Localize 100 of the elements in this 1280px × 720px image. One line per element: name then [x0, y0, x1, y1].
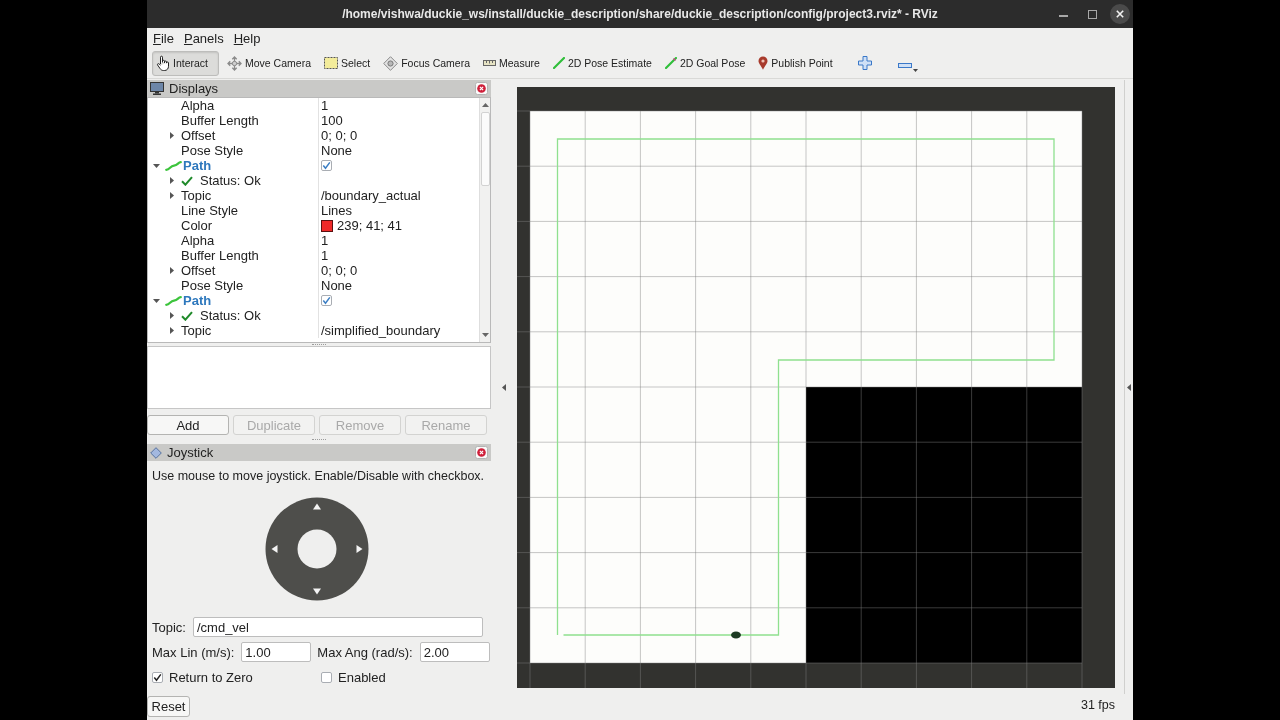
property-name: Buffer Length — [181, 248, 259, 263]
tool-button[interactable]: Interact — [152, 50, 220, 76]
property-value[interactable]: 1 — [321, 233, 329, 248]
hand-icon — [156, 55, 170, 71]
left-triangle-icon — [271, 545, 278, 553]
tool-button[interactable]: Select — [320, 50, 376, 76]
property-name: Topic — [181, 323, 212, 338]
curve-icon — [165, 160, 182, 171]
property-name: Pose Style — [181, 143, 244, 158]
menu-item[interactable]: Help — [233, 30, 261, 46]
field-label: Topic: — [152, 619, 186, 635]
diamond-icon — [150, 446, 162, 459]
minus-icon[interactable] — [897, 62, 912, 68]
property-name: Topic — [181, 188, 212, 203]
number-field[interactable]: 2.00 — [419, 642, 490, 662]
caret-right-icon[interactable] — [170, 192, 174, 199]
property-value[interactable]: 239; 41; 41 — [337, 218, 403, 233]
display-name[interactable]: Path — [183, 158, 212, 173]
tool-button[interactable]: Move Camera — [223, 50, 316, 76]
hint-text: Use mouse to move joystick. Enable/Disable with checkbox. — [151, 468, 486, 485]
property-name: Pose Style — [181, 278, 244, 293]
check-icon — [181, 310, 193, 321]
property-name: Color — [181, 218, 213, 233]
caret-down-icon[interactable] — [912, 68, 918, 72]
curve-icon — [165, 295, 182, 306]
caret-right-icon[interactable] — [170, 312, 174, 319]
property-value[interactable]: None — [321, 143, 353, 158]
ruler-icon — [483, 60, 497, 66]
scrollbar-thumb[interactable] — [480, 112, 490, 186]
tool-button[interactable]: Focus Camera — [379, 50, 476, 76]
property-value[interactable]: None — [321, 278, 353, 293]
field-label: Max Ang (rad/s): — [317, 644, 413, 660]
property-value[interactable]: 1 — [321, 98, 329, 113]
monitor-icon — [150, 82, 164, 95]
checkbox-label[interactable]: Enabled — [338, 669, 386, 685]
joystick-knob[interactable] — [297, 529, 337, 569]
tool-button[interactable]: Measure — [479, 50, 545, 76]
check-icon — [181, 175, 193, 186]
maximize-icon[interactable] — [1088, 9, 1097, 19]
panel-title: Joystick — [167, 445, 215, 460]
up-triangle-icon — [313, 503, 321, 510]
panel-title: Displays — [169, 81, 220, 96]
tool-button[interactable]: Publish Point — [754, 50, 838, 76]
window-title: /home/vishwa/duckie_ws/install/duckie_description/share/duckie_description/config/project3.rviz* - RViz — [342, 7, 938, 21]
tool-button[interactable]: 2D Goal Pose — [660, 50, 751, 76]
number-field[interactable]: 1.00 — [241, 642, 312, 662]
property-value[interactable]: 100 — [321, 113, 343, 128]
field-label: Max Lin (m/s): — [152, 644, 235, 660]
caret-right-icon[interactable] — [170, 327, 174, 334]
display-name[interactable]: Path — [183, 293, 212, 308]
panel-button[interactable]: Add — [147, 415, 229, 435]
property-name: Offset — [181, 128, 216, 143]
checkbox[interactable] — [321, 671, 332, 683]
menu-item[interactable]: Panels — [183, 30, 224, 46]
plus-icon[interactable] — [857, 56, 872, 70]
splitter-handle[interactable] — [312, 438, 326, 441]
selection-rectangle-icon — [324, 57, 338, 69]
scrollbar[interactable] — [479, 98, 490, 342]
diagonal-line-icon — [664, 57, 677, 69]
caret-right-icon[interactable] — [170, 177, 174, 184]
property-name: Offset — [181, 263, 216, 278]
right-triangle-icon — [356, 545, 363, 553]
diagonal-line-icon — [552, 57, 565, 69]
menu-item[interactable]: File — [153, 30, 174, 46]
left-triangle-icon[interactable] — [1127, 383, 1131, 391]
property-value[interactable]: /simplified_boundary — [321, 323, 441, 338]
property-value[interactable]: 0; 0; 0 — [321, 128, 358, 143]
close-icon[interactable] — [1110, 4, 1130, 24]
color-swatch-icon[interactable] — [321, 219, 333, 232]
property-value[interactable]: Lines — [321, 203, 353, 218]
map-pin-icon — [758, 56, 769, 70]
property-name: Alpha — [181, 233, 215, 248]
caret-right-icon[interactable] — [170, 132, 174, 139]
left-triangle-icon[interactable] — [502, 383, 506, 391]
text-field[interactable]: /cmd_vel — [192, 617, 483, 637]
robot-marker — [731, 631, 741, 639]
caret-right-icon[interactable] — [170, 267, 174, 274]
property-name: Alpha — [181, 98, 215, 113]
status-text: Status: Ok — [200, 173, 261, 188]
caret-down-icon[interactable] — [152, 298, 160, 303]
caret-down-icon[interactable] — [152, 163, 160, 168]
property-value[interactable]: 0; 0; 0 — [321, 263, 358, 278]
crosshair-icon — [383, 55, 399, 71]
property-name: Buffer Length — [181, 113, 259, 128]
reset-button[interactable]: Reset — [147, 696, 190, 717]
checkbox[interactable] — [321, 295, 332, 306]
property-value[interactable]: /boundary_actual — [321, 188, 421, 203]
move-arrows-icon — [227, 55, 243, 71]
property-value[interactable]: 1 — [321, 248, 329, 263]
property-name: Line Style — [181, 203, 239, 218]
splitter-handle[interactable] — [312, 343, 326, 346]
checkbox[interactable] — [321, 160, 332, 171]
scroll-down-icon[interactable] — [481, 333, 489, 337]
tool-button[interactable]: 2D Pose Estimate — [548, 50, 657, 76]
checkbox-label[interactable]: Return to Zero — [169, 669, 253, 685]
checkbox[interactable] — [152, 671, 163, 683]
fps-counter: 31 fps — [1080, 697, 1115, 713]
status-text: Status: Ok — [200, 308, 261, 323]
down-triangle-icon — [313, 588, 321, 595]
scroll-up-icon[interactable] — [481, 103, 489, 107]
